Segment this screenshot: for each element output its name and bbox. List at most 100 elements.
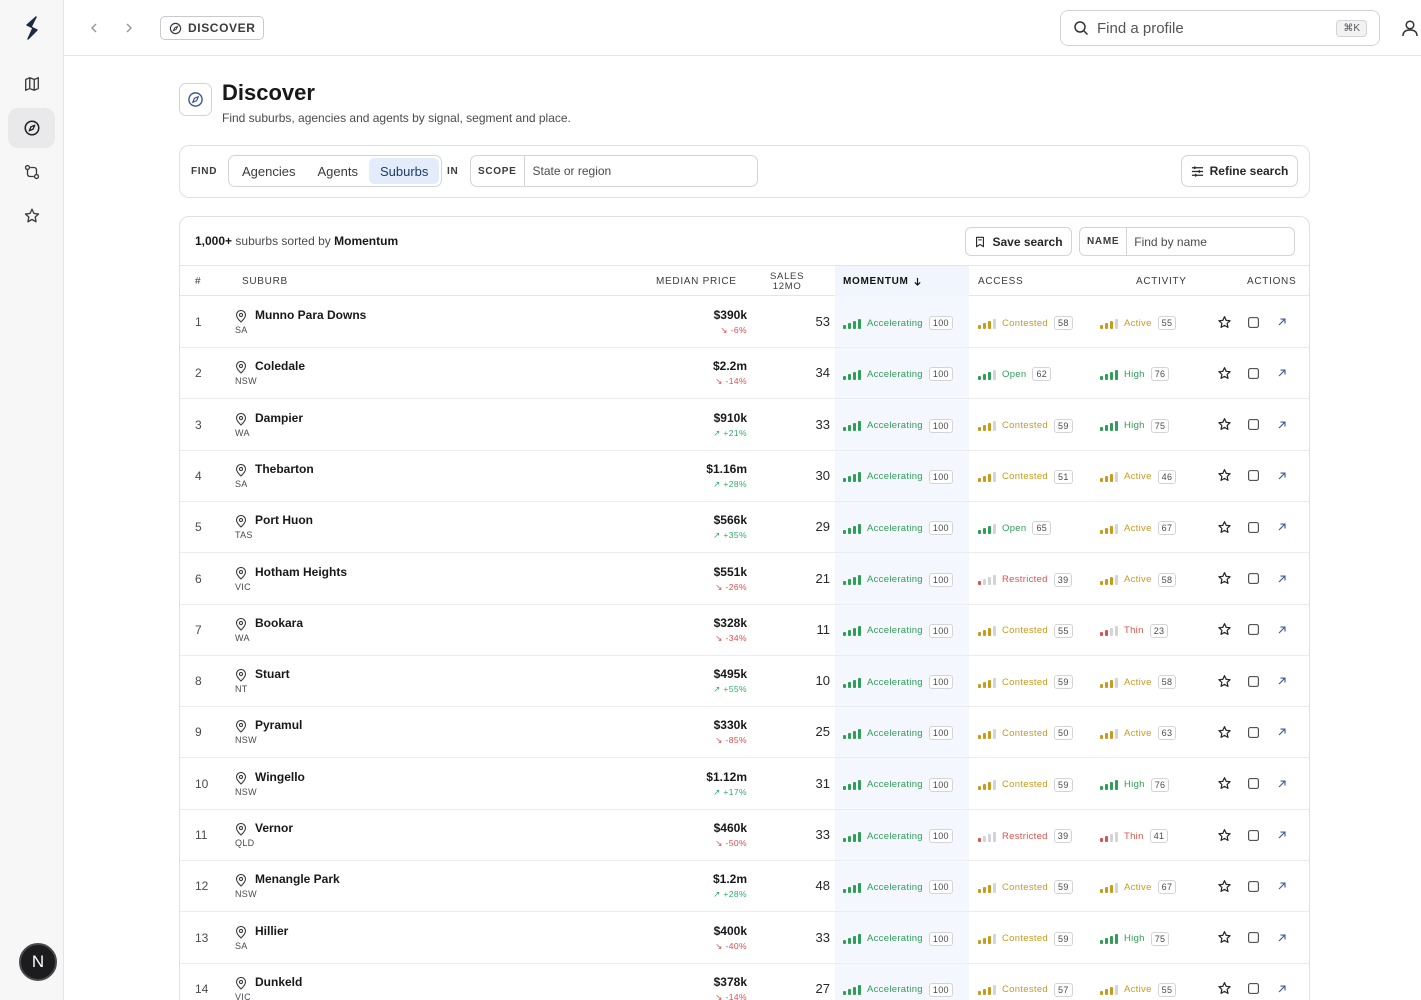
profile-search-input[interactable] — [1097, 19, 1329, 37]
favorite-star-icon[interactable] — [1216, 468, 1232, 484]
select-checkbox[interactable] — [1245, 776, 1261, 792]
favorite-star-icon[interactable] — [1216, 673, 1232, 689]
select-checkbox[interactable] — [1245, 622, 1261, 638]
open-external-arrow-icon[interactable] — [1274, 314, 1290, 330]
favorite-star-icon[interactable] — [1216, 930, 1232, 946]
suburb-name[interactable]: Stuart — [255, 667, 290, 681]
sales-12mo: 31 — [815, 775, 830, 791]
breadcrumb[interactable]: DISCOVER — [160, 16, 265, 40]
table-row[interactable]: 3 Dampier WA $910k ↗ +21% 33 Accelerating 100 Co… — [180, 400, 1309, 451]
favorite-star-icon[interactable] — [1216, 519, 1232, 535]
column-access[interactable]: ACCESS — [978, 266, 1023, 297]
table-row[interactable]: 13 Hillier SA $400k ↘ -40% 33 Accelerating 100 C… — [180, 913, 1309, 964]
select-checkbox[interactable] — [1245, 571, 1261, 587]
suburb-name[interactable]: Coledale — [255, 359, 305, 373]
scope-input[interactable] — [524, 164, 757, 178]
scope-field[interactable]: SCOPE — [470, 155, 758, 187]
save-search-button[interactable]: Save search — [965, 227, 1072, 256]
table-row[interactable]: 4 Thebarton SA $1.16m ↗ +28% 30 Accelerating 10… — [180, 451, 1309, 502]
option-agencies[interactable]: Agencies — [231, 158, 306, 184]
table-row[interactable]: 11 Vernor QLD $460k ↘ -50% 33 Accelerating 100 R… — [180, 810, 1309, 861]
table-row[interactable]: 2 Coledale NSW $2.2m ↘ -14% 34 Accelerating 100… — [180, 348, 1309, 400]
suburb-name[interactable]: Wingello — [255, 770, 305, 784]
suburb-name[interactable]: Pyramul — [255, 718, 302, 732]
name-filter-input[interactable] — [1127, 234, 1294, 249]
favorite-star-icon[interactable] — [1216, 365, 1232, 381]
sidebar-item-discover[interactable] — [8, 108, 55, 148]
open-external-arrow-icon[interactable] — [1274, 622, 1290, 638]
open-external-arrow-icon[interactable] — [1274, 519, 1290, 535]
open-external-arrow-icon[interactable] — [1274, 417, 1290, 433]
select-checkbox[interactable] — [1245, 417, 1261, 433]
user-avatar[interactable]: N — [19, 943, 57, 981]
open-external-arrow-icon[interactable] — [1274, 981, 1290, 997]
sidebar-item-favorites[interactable] — [8, 196, 55, 236]
option-suburbs[interactable]: Suburbs — [368, 158, 440, 184]
open-external-arrow-icon[interactable] — [1274, 878, 1290, 894]
refine-search-label: Refine search — [1209, 164, 1289, 178]
open-external-arrow-icon[interactable] — [1274, 776, 1290, 792]
back-arrow-icon[interactable] — [84, 18, 104, 38]
table-row[interactable]: 10 Wingello NSW $1.12m ↗ +17% 31 Accelerating 1… — [180, 759, 1309, 810]
account-icon[interactable] — [1400, 18, 1420, 38]
suburb-name[interactable]: Hillier — [255, 924, 288, 938]
brand-logo-icon[interactable] — [20, 14, 44, 42]
select-checkbox[interactable] — [1245, 878, 1261, 894]
favorite-star-icon[interactable] — [1216, 827, 1232, 843]
favorite-star-icon[interactable] — [1216, 776, 1232, 792]
table-row[interactable]: 1 Munno Para Downs SA $390k ↘ -6% 53 Accelerat… — [180, 297, 1309, 348]
column-suburb[interactable]: SUBURB — [242, 266, 288, 297]
column-sales-12mo[interactable]: SALES 12MO — [770, 266, 804, 297]
refine-search-button[interactable]: Refine search — [1181, 155, 1298, 187]
open-external-arrow-icon[interactable] — [1274, 930, 1290, 946]
suburb-name[interactable]: Munno Para Downs — [255, 308, 366, 322]
suburb-name[interactable]: Thebarton — [255, 462, 314, 476]
select-checkbox[interactable] — [1245, 314, 1261, 330]
open-external-arrow-icon[interactable] — [1274, 673, 1290, 689]
sidebar-item-compare[interactable] — [8, 152, 55, 192]
forward-arrow-icon[interactable] — [119, 18, 139, 38]
open-external-arrow-icon[interactable] — [1274, 468, 1290, 484]
select-checkbox[interactable] — [1245, 981, 1261, 997]
open-external-arrow-icon[interactable] — [1274, 827, 1290, 843]
scope-label: SCOPE — [471, 156, 525, 186]
open-external-arrow-icon[interactable] — [1274, 724, 1290, 740]
suburb-name[interactable]: Hotham Heights — [255, 565, 347, 579]
select-checkbox[interactable] — [1245, 365, 1261, 381]
suburb-name[interactable]: Dampier — [255, 411, 303, 425]
favorite-star-icon[interactable] — [1216, 622, 1232, 638]
table-row[interactable]: 14 Dunkeld VIC $378k ↘ -14% 27 Accelerating 100… — [180, 964, 1309, 1000]
table-row[interactable]: 12 Menangle Park NSW $1.2m ↗ +28% 48 Accelerat… — [180, 861, 1309, 913]
favorite-star-icon[interactable] — [1216, 878, 1232, 894]
select-checkbox[interactable] — [1245, 519, 1261, 535]
suburb-name[interactable]: Dunkeld — [255, 975, 302, 989]
select-checkbox[interactable] — [1245, 468, 1261, 484]
suburb-name[interactable]: Bookara — [255, 616, 303, 630]
favorite-star-icon[interactable] — [1216, 417, 1232, 433]
select-checkbox[interactable] — [1245, 724, 1261, 740]
name-filter-field[interactable]: NAME — [1079, 227, 1295, 256]
select-checkbox[interactable] — [1245, 827, 1261, 843]
favorite-star-icon[interactable] — [1216, 314, 1232, 330]
suburb-name[interactable]: Port Huon — [255, 513, 313, 527]
sidebar-item-map[interactable] — [8, 64, 55, 104]
table-row[interactable]: 7 Bookara WA $328k ↘ -34% 11 Accelerating 100 Co… — [180, 605, 1309, 656]
select-checkbox[interactable] — [1245, 930, 1261, 946]
table-row[interactable]: 6 Hotham Heights VIC $551k ↘ -26% 21 Accelerat… — [180, 554, 1309, 605]
select-checkbox[interactable] — [1245, 673, 1261, 689]
table-row[interactable]: 9 Pyramul NSW $330k ↘ -85% 25 Accelerating 100 C… — [180, 707, 1309, 759]
suburb-name[interactable]: Vernor — [255, 821, 293, 835]
favorite-star-icon[interactable] — [1216, 724, 1232, 740]
option-agents[interactable]: Agents — [306, 158, 368, 184]
favorite-star-icon[interactable] — [1216, 571, 1232, 587]
column-median-price[interactable]: MEDIAN PRICE — [656, 266, 737, 297]
column-momentum[interactable]: MOMENTUM — [835, 266, 969, 297]
suburb-name[interactable]: Menangle Park — [255, 872, 340, 886]
column-activity[interactable]: ACTIVITY — [1136, 266, 1187, 297]
favorite-star-icon[interactable] — [1216, 981, 1232, 997]
table-row[interactable]: 8 Stuart NT $495k ↗ +55% 10 Accelerating 100 Con… — [180, 656, 1309, 708]
profile-search[interactable]: ⌘K — [1060, 10, 1380, 46]
open-external-arrow-icon[interactable] — [1274, 365, 1290, 381]
open-external-arrow-icon[interactable] — [1274, 571, 1290, 587]
table-row[interactable]: 5 Port Huon TAS $566k ↗ +35% 29 Accelerating 10… — [180, 502, 1309, 554]
